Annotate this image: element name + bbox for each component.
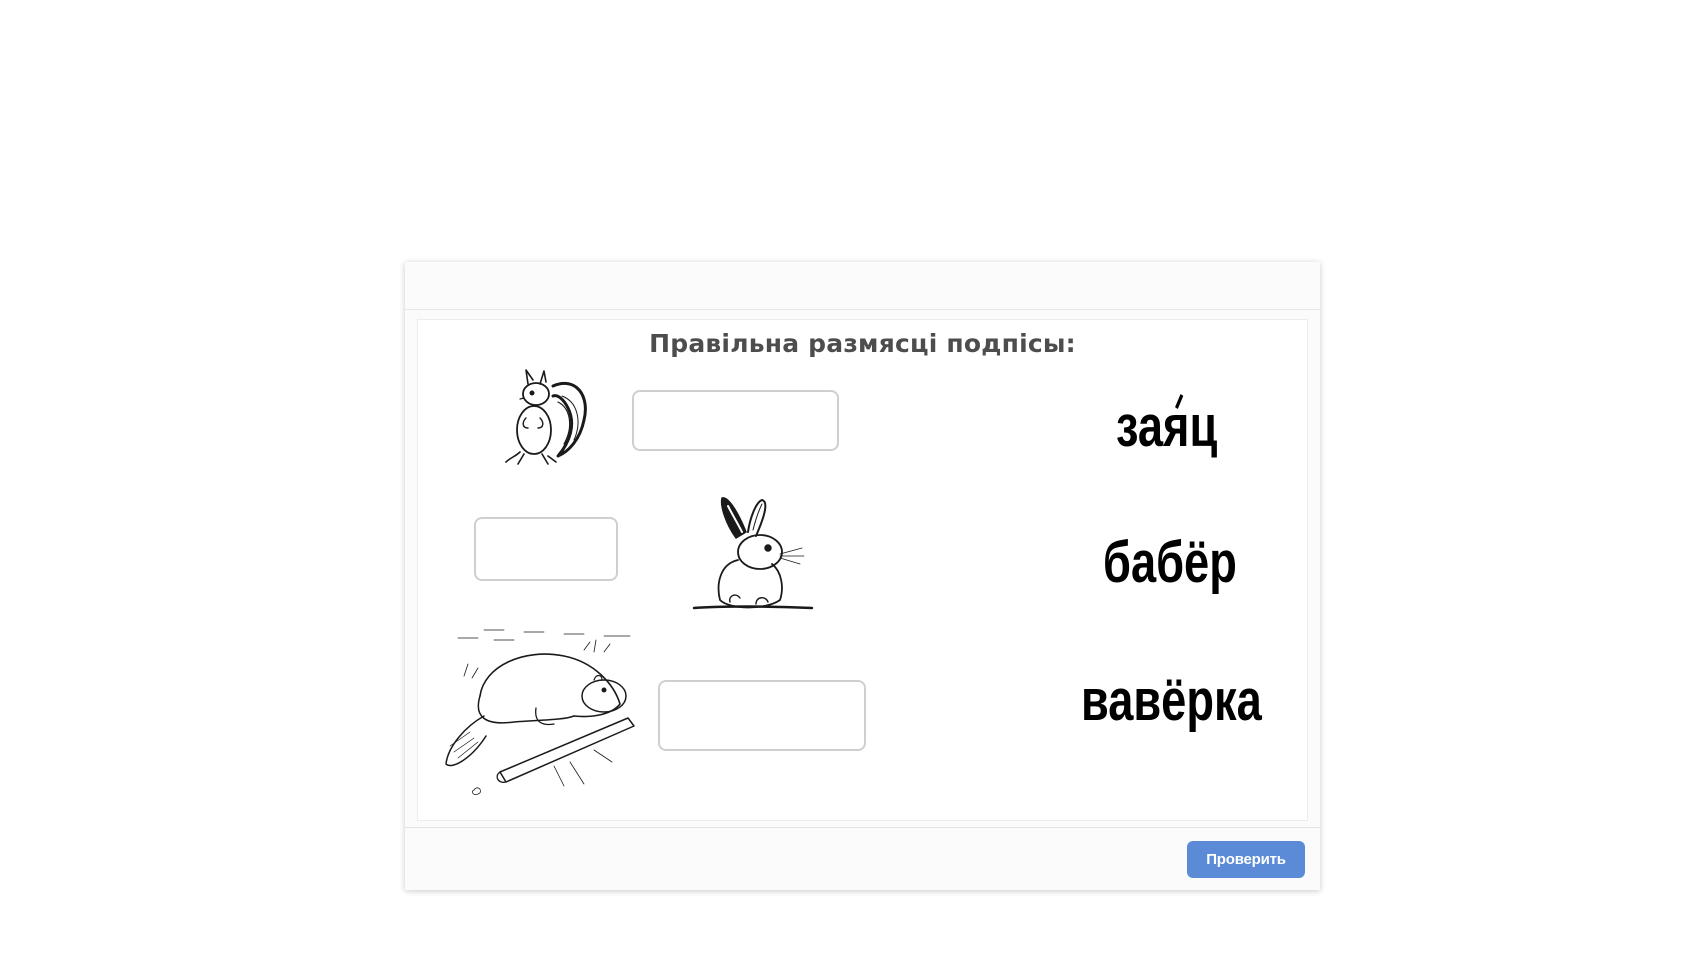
stress-mark: я	[1163, 394, 1190, 459]
task-title: Правільна размясці подпісы:	[649, 329, 1076, 358]
drop-box-beaver[interactable]	[658, 680, 866, 751]
panel-footer	[405, 827, 1320, 890]
word-beaver-label[interactable]: бабёр	[1103, 534, 1237, 592]
drop-box-rabbit[interactable]	[474, 517, 618, 581]
panel-header	[405, 262, 1320, 310]
check-button[interactable]: Проверить	[1187, 841, 1305, 878]
beaver-image	[444, 626, 644, 806]
drop-box-squirrel[interactable]	[632, 390, 839, 451]
squirrel-image	[498, 356, 594, 476]
word-squirrel-label[interactable]: вавёрка	[1081, 672, 1262, 730]
rabbit-image	[690, 492, 820, 617]
exercise-panel: Правільна размясці подпісы: заяц бабёр в…	[405, 262, 1320, 890]
word-part: ц	[1189, 394, 1218, 459]
word-part: за	[1116, 394, 1164, 459]
task-area: Правільна размясці подпісы: заяц бабёр в…	[417, 319, 1308, 821]
word-rabbit-label[interactable]: заяц	[1116, 398, 1217, 456]
